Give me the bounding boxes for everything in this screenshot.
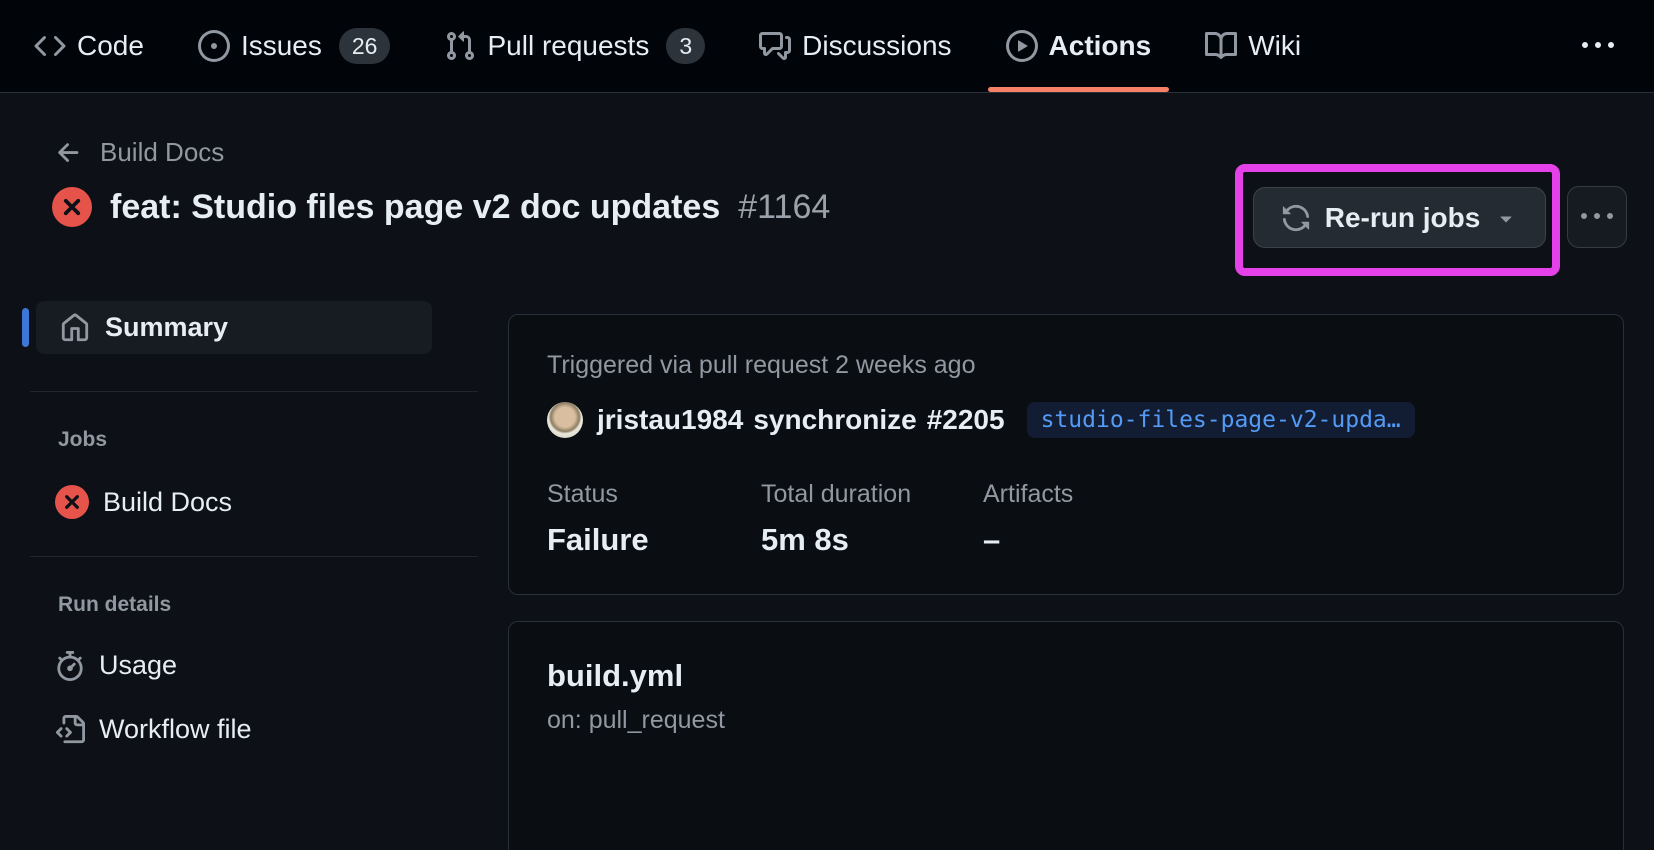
tab-label: Discussions bbox=[802, 30, 951, 62]
job-label: Build Docs bbox=[103, 487, 232, 518]
branch-badge[interactable]: studio-files-page-v2-upda… bbox=[1027, 402, 1415, 438]
sidebar-job-build-docs[interactable]: Build Docs bbox=[55, 485, 232, 519]
breadcrumb-label: Build Docs bbox=[100, 137, 224, 168]
failure-x-circle-icon bbox=[55, 485, 89, 519]
file-code-icon bbox=[55, 715, 85, 745]
code-icon bbox=[34, 30, 66, 62]
run-main-content: Triggered via pull request 2 weeks ago j… bbox=[508, 301, 1624, 850]
play-circle-icon bbox=[1006, 30, 1038, 62]
stat-artifacts: Artifacts – bbox=[983, 480, 1073, 558]
stat-value: 5m 8s bbox=[761, 522, 983, 558]
issue-opened-icon bbox=[198, 30, 230, 62]
tab-label: Code bbox=[77, 30, 144, 62]
breadcrumb-back-link[interactable]: Build Docs bbox=[54, 137, 224, 168]
sidebar-item-usage[interactable]: Usage bbox=[55, 650, 177, 681]
tab-wiki[interactable]: Wiki bbox=[1201, 0, 1305, 92]
book-icon bbox=[1205, 30, 1237, 62]
stat-value: – bbox=[983, 522, 1073, 558]
comment-discussion-icon bbox=[759, 30, 791, 62]
triangle-down-icon bbox=[1494, 206, 1518, 230]
stopwatch-icon bbox=[55, 651, 85, 681]
stat-label: Total duration bbox=[761, 480, 983, 509]
avatar[interactable] bbox=[547, 402, 583, 438]
stat-status: Status Failure bbox=[547, 480, 761, 558]
kebab-horizontal-icon bbox=[1581, 201, 1613, 233]
tab-actions[interactable]: Actions bbox=[1002, 0, 1156, 92]
commit-number[interactable]: #2205 bbox=[927, 404, 1005, 436]
workflow-trigger: on: pull_request bbox=[547, 706, 1585, 735]
run-number: #1164 bbox=[738, 188, 830, 227]
issues-count-badge: 26 bbox=[339, 28, 391, 64]
sidebar-divider bbox=[30, 556, 478, 557]
stat-label: Artifacts bbox=[983, 480, 1073, 509]
tab-code[interactable]: Code bbox=[30, 0, 148, 92]
stat-total-duration: Total duration 5m 8s bbox=[761, 480, 983, 558]
sidebar-divider bbox=[30, 391, 478, 392]
sidebar-item-label: Usage bbox=[99, 650, 177, 681]
arrow-left-icon bbox=[54, 138, 84, 168]
sidebar-summary-label: Summary bbox=[105, 312, 228, 343]
run-page-body: Summary Jobs Build Docs Run details Usag… bbox=[0, 301, 1654, 850]
rerun-jobs-button[interactable]: Re-run jobs bbox=[1253, 187, 1546, 248]
sync-icon bbox=[1281, 203, 1311, 233]
sidebar-item-label: Workflow file bbox=[99, 714, 252, 745]
sidebar-item-summary[interactable]: Summary bbox=[36, 301, 432, 354]
failure-x-circle-icon bbox=[52, 187, 92, 227]
actor-login[interactable]: jristau1984 bbox=[597, 404, 743, 436]
run-sidebar: Summary Jobs Build Docs Run details Usag… bbox=[30, 301, 480, 850]
git-pull-request-icon bbox=[444, 30, 476, 62]
actor-event-line: jristau1984 synchronize #2205 bbox=[597, 404, 1005, 436]
run-summary-card: Triggered via pull request 2 weeks ago j… bbox=[508, 314, 1624, 595]
stat-value: Failure bbox=[547, 522, 761, 558]
run-more-options-button[interactable] bbox=[1567, 186, 1627, 248]
workflow-file-name: build.yml bbox=[547, 658, 1585, 694]
tab-pull-requests[interactable]: Pull requests 3 bbox=[440, 0, 709, 92]
tab-discussions[interactable]: Discussions bbox=[755, 0, 955, 92]
actor-row: jristau1984 synchronize #2205 studio-fil… bbox=[547, 402, 1585, 438]
event-name: synchronize bbox=[753, 404, 916, 436]
rerun-jobs-label: Re-run jobs bbox=[1325, 202, 1481, 234]
sidebar-jobs-header: Jobs bbox=[58, 428, 480, 452]
pull-requests-count-badge: 3 bbox=[666, 28, 705, 64]
tab-label: Wiki bbox=[1248, 30, 1301, 62]
tab-issues[interactable]: Issues 26 bbox=[194, 0, 395, 92]
stat-label: Status bbox=[547, 480, 761, 509]
kebab-horizontal-icon bbox=[1582, 30, 1614, 62]
tab-label: Actions bbox=[1049, 30, 1152, 62]
run-stats-row: Status Failure Total duration 5m 8s Arti… bbox=[547, 480, 1585, 558]
sidebar-item-workflow-file[interactable]: Workflow file bbox=[55, 714, 252, 745]
sidebar-run-details-header: Run details bbox=[58, 593, 480, 617]
tab-label: Issues bbox=[241, 30, 322, 62]
nav-overflow-menu-button[interactable] bbox=[1572, 20, 1624, 72]
home-icon bbox=[60, 313, 90, 343]
run-title: feat: Studio files page v2 doc updates bbox=[110, 188, 720, 227]
triggered-text: Triggered via pull request 2 weeks ago bbox=[547, 351, 1585, 380]
tab-label: Pull requests bbox=[487, 30, 649, 62]
workflow-file-card: build.yml on: pull_request bbox=[508, 621, 1624, 850]
repo-tab-nav: Code Issues 26 Pull requests 3 Discussio… bbox=[0, 0, 1654, 93]
